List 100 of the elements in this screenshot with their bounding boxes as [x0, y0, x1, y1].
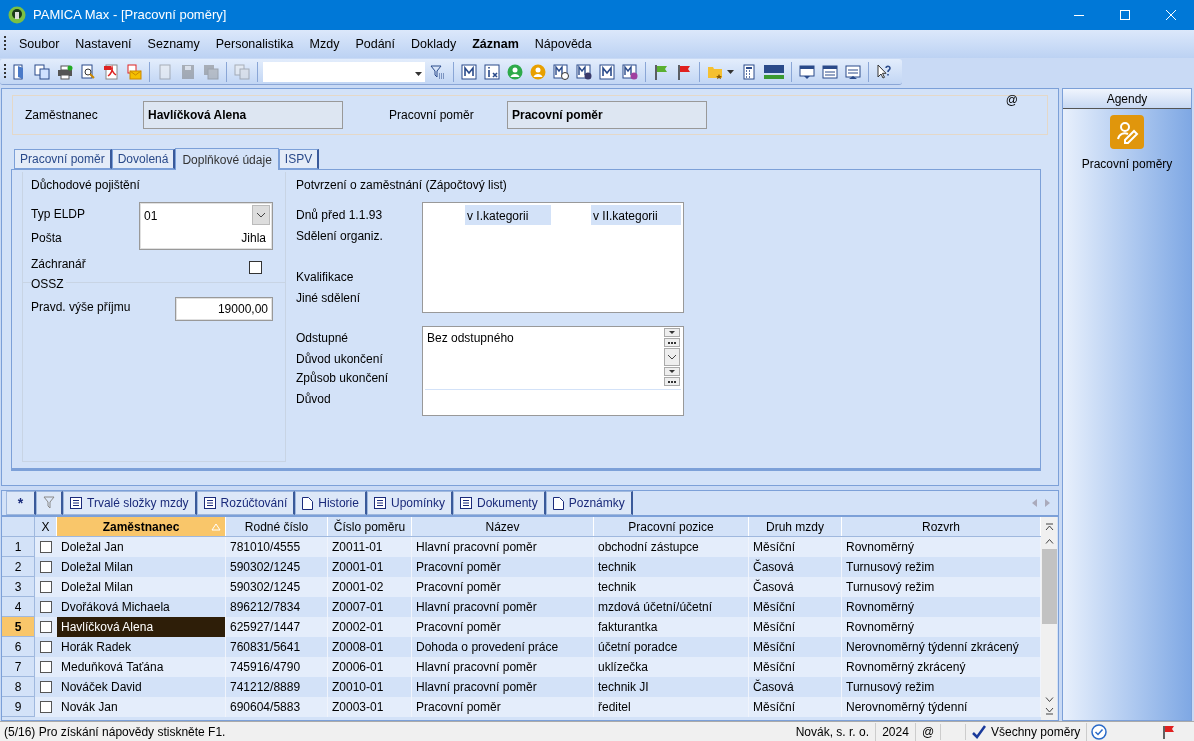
copy-icon [34, 63, 50, 80]
checkbox[interactable] [249, 260, 262, 274]
dropdown-button[interactable] [664, 367, 680, 376]
tab[interactable]: * [6, 491, 36, 515]
mail-button[interactable] [124, 61, 144, 82]
tab[interactable]: Doplňkové údaje [175, 148, 279, 170]
tab[interactable]: Dovolená [111, 149, 176, 169]
toolbar-button[interactable] [482, 61, 502, 82]
list-icon [460, 497, 472, 509]
row-checkbox[interactable] [40, 681, 52, 693]
agenda-item[interactable]: Pracovní poměry [1081, 115, 1173, 173]
column-header[interactable]: Rodné číslo [226, 517, 328, 536]
list-icon [70, 497, 82, 509]
table-row[interactable]: 4 Dvořáková Michaela 896212/7834 Z0007-01 Hlavní pracovní poměr mzdová účetní/účetní Měsíční Rovnoměrný [2, 597, 1041, 617]
table-row[interactable]: 1 Doležal Jan 781010/4555 Z0011-01 Hlavní pracovní poměr obchodní zástupce Měsíční Rovnoměrný [2, 537, 1041, 557]
envelope-icon [126, 63, 142, 80]
filter-icon [43, 496, 55, 510]
tab[interactable]: Poznámky [545, 491, 633, 515]
row-checkbox[interactable] [40, 661, 52, 673]
table-cell: Novák Jan [57, 697, 226, 717]
row-checkbox[interactable] [40, 561, 52, 573]
row-checkbox[interactable] [40, 641, 52, 653]
row-checkbox[interactable] [40, 621, 52, 633]
menu-item[interactable]: Podání [348, 32, 403, 56]
column-header[interactable]: Pracovní pozice [594, 517, 749, 536]
table-row[interactable]: 6 Horák Radek 760831/5641 Z0008-01 Dohoda o provedení práce účetní poradce Měsíční Nerovnoměrný týdenní zkrácený [2, 637, 1041, 657]
scroll-up-icon[interactable] [1044, 539, 1054, 544]
chevron-down-icon [667, 354, 677, 360]
employee-field: Havlíčková Alena [143, 101, 343, 129]
menu-item[interactable]: Záznam [465, 32, 526, 56]
column-header[interactable]: Druh mzdy [749, 517, 842, 536]
dropdown-button[interactable] [664, 348, 680, 366]
minimize-icon [1074, 14, 1084, 16]
toolbar-button[interactable] [597, 61, 617, 82]
tab[interactable]: Historie [295, 491, 367, 515]
tab[interactable]: Pracovní poměr [14, 149, 112, 169]
ellipsis-icon [668, 380, 676, 383]
scroll-top-icon[interactable] [1044, 523, 1054, 531]
income-field[interactable]: 19000,00 [175, 297, 273, 321]
scroll-down-icon[interactable] [1044, 697, 1054, 702]
field-label: Kvalifikace [296, 269, 355, 286]
menu-item[interactable]: Personalistika [208, 32, 301, 56]
table-row[interactable]: 7 Meduňková Taťána 745916/4790 Z0006-01 Hlavní pracovní poměr uklízečka Měsíční Rovnoměrný zkrácený [2, 657, 1041, 677]
person-icon [530, 63, 546, 80]
table-cell: Havlíčková Alena [57, 617, 226, 637]
field-label: Pracovní poměr [389, 107, 475, 124]
table-row[interactable]: 3 Doležal Milan 590302/1245 Z0001-02 Pracovní poměr technik Časová Turnusový režim [2, 577, 1041, 597]
page-icon [157, 63, 173, 80]
table-cell: Z0003-01 [328, 697, 412, 717]
confirmation-field[interactable]: v I.kategorii v II.kategorii [422, 202, 684, 313]
field-label: Jiné sdělení [296, 290, 362, 307]
category-label: v II.kategorii [591, 205, 681, 225]
row-checkbox[interactable] [40, 601, 52, 613]
menu-item[interactable]: Mzdy [302, 32, 347, 56]
ellipsis-button[interactable] [664, 338, 680, 347]
pdf-button[interactable] [101, 61, 121, 82]
page-icon [302, 496, 314, 510]
menu-item[interactable]: Seznamy [140, 32, 207, 56]
list-icon [203, 497, 216, 509]
row-checkbox[interactable] [40, 541, 52, 553]
list-icon [373, 497, 386, 509]
tab[interactable]: Trvalé složky mzdy [63, 491, 197, 515]
tab[interactable]: Upomínky [366, 491, 453, 515]
m-check-icon [576, 63, 592, 80]
toolbar-button[interactable] [574, 61, 594, 82]
table-cell: 690604/5883 [226, 697, 328, 717]
eldp-field[interactable]: 01 Jihla [139, 202, 273, 250]
menu-item[interactable]: Doklady [404, 32, 464, 56]
table-row[interactable]: 2 Doležal Milan 590302/1245 Z0001-01 Pracovní poměr technik Časová Turnusový režim [2, 557, 1041, 577]
toolbar-button[interactable] [459, 61, 479, 82]
menu-item[interactable]: Nastavení [68, 32, 139, 56]
row-checkbox[interactable] [40, 581, 52, 593]
window-icon [799, 63, 815, 80]
ellipsis-button[interactable] [664, 377, 680, 386]
dropdown-button[interactable] [664, 328, 680, 337]
column-header[interactable]: Zaměstnanec [57, 517, 226, 536]
close-icon [1166, 10, 1176, 20]
filter-tab[interactable] [36, 491, 63, 515]
caret-icon [727, 69, 734, 74]
menu-item[interactable]: Soubor [12, 32, 67, 56]
field-label: Záchranář [31, 256, 87, 273]
copy-button[interactable] [32, 61, 52, 82]
field-label: Důvod [296, 391, 332, 408]
menu-item[interactable]: Nápověda [527, 32, 599, 56]
toolbar-button[interactable] [620, 61, 640, 82]
tab[interactable]: Rozúčtování [196, 491, 296, 515]
column-header[interactable]: Číslo poměru [328, 517, 412, 536]
table-row[interactable]: 9 Novák Jan 690604/5883 Z0003-01 Pracovní poměr ředitel Měsíční Nerovnoměrný týdenní [2, 697, 1041, 717]
scrollbar[interactable] [1041, 517, 1057, 720]
toolbar-button[interactable] [551, 61, 571, 82]
row-checkbox[interactable] [40, 701, 52, 713]
table-row[interactable]: 5 Havlíčková Alena 625927/1447 Z0002-01 Pracovní poměr fakturantka Měsíční Rovnoměrný [2, 617, 1041, 637]
scrollbar-thumb[interactable] [1041, 549, 1057, 624]
severance-value: Bez odstupného [427, 331, 514, 345]
tab[interactable]: ISPV [278, 149, 320, 169]
tab[interactable]: Dokumenty [453, 491, 546, 515]
column-header[interactable]: Název [412, 517, 594, 536]
row-number: 2 [2, 557, 35, 577]
table-row[interactable]: 8 Nováček David 741212/8889 Z0010-01 Hlavní pracovní poměr technik JI Časová Turnusový režim [2, 677, 1041, 697]
scroll-bottom-icon[interactable] [1044, 707, 1054, 715]
